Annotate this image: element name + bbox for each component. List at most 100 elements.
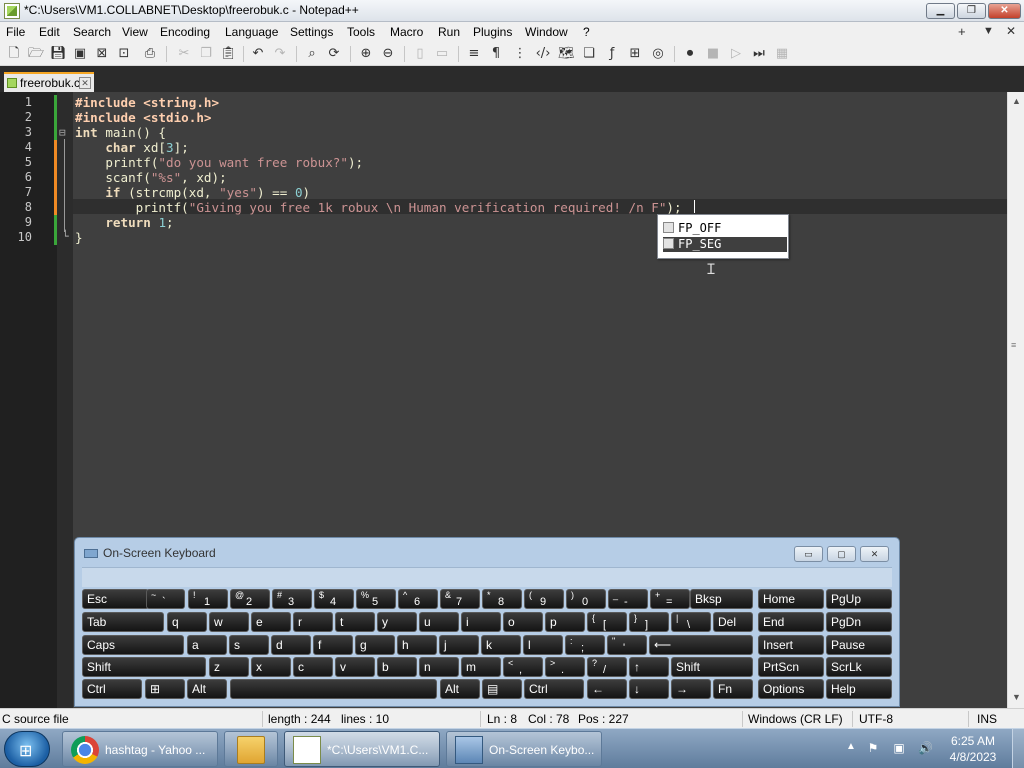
osk-key[interactable]: n bbox=[419, 657, 459, 677]
save-macro-icon[interactable]: ▦ bbox=[774, 46, 790, 62]
menu-help[interactable]: ? bbox=[583, 25, 590, 39]
osk-key[interactable]: (9 bbox=[524, 589, 564, 609]
osk-key[interactable]: Alt bbox=[187, 679, 227, 699]
save-icon[interactable]: 💾︎ bbox=[50, 46, 67, 62]
osk-close-button[interactable]: ✕ bbox=[860, 546, 889, 562]
osk-key[interactable]: Ctrl bbox=[82, 679, 142, 699]
xml-icon[interactable]: ‹/› bbox=[535, 46, 551, 62]
osk-key[interactable]: e bbox=[251, 612, 291, 632]
menu-edit[interactable]: Edit bbox=[39, 25, 60, 39]
osk-key[interactable]: Shift bbox=[82, 657, 206, 677]
notepadpp-app-icon[interactable] bbox=[4, 3, 20, 19]
menu-encoding[interactable]: Encoding bbox=[160, 25, 210, 39]
network-icon[interactable]: ▣ bbox=[892, 741, 906, 755]
menu-run[interactable]: Run bbox=[438, 25, 460, 39]
indent-guide-icon[interactable]: ⋮ bbox=[512, 46, 528, 62]
osk-key[interactable]: Caps bbox=[82, 635, 184, 655]
tray-expand-icon[interactable]: ▲ bbox=[846, 741, 856, 752]
close-icon[interactable]: ⊠ bbox=[94, 46, 110, 62]
close-doc-button[interactable]: ✕ bbox=[1006, 24, 1016, 38]
zoom-in-icon[interactable]: ⊕ bbox=[358, 46, 374, 62]
osk-key[interactable]: | \ bbox=[671, 612, 711, 632]
tab-close-icon[interactable]: ✕ bbox=[79, 77, 91, 89]
clock-time[interactable]: 6:25 AM bbox=[948, 734, 998, 748]
osk-key[interactable]: l bbox=[523, 635, 563, 655]
fold-toggle-icon[interactable]: ⊟ bbox=[59, 126, 66, 139]
replace-icon[interactable]: ⟳ bbox=[326, 46, 342, 62]
osk-key[interactable]: & 7 bbox=[440, 589, 480, 609]
osk-key[interactable]: y bbox=[377, 612, 417, 632]
status-insert-mode[interactable]: INS bbox=[977, 712, 997, 726]
osk-key[interactable]: ⟵ bbox=[649, 635, 753, 655]
minimize-button[interactable]: ▁ bbox=[926, 3, 955, 19]
osk-key[interactable]: c bbox=[293, 657, 333, 677]
menu-macro[interactable]: Macro bbox=[390, 25, 423, 39]
status-encoding[interactable]: UTF-8 bbox=[859, 712, 893, 726]
stop-macro-icon[interactable]: ■ bbox=[705, 46, 721, 62]
osk-key[interactable]: Tab bbox=[82, 612, 164, 632]
osk-key[interactable]: ← bbox=[587, 679, 627, 699]
open-icon[interactable]: 🗁 bbox=[28, 46, 44, 62]
osk-key[interactable]: w bbox=[209, 612, 249, 632]
osk-key[interactable]: + = bbox=[650, 589, 690, 609]
vertical-scrollbar[interactable]: ▲ ≡ ▼ bbox=[1007, 92, 1024, 708]
show-desktop-button[interactable] bbox=[1012, 729, 1024, 768]
play-macro-icon[interactable]: ▷ bbox=[728, 46, 744, 62]
osk-maximize-button[interactable]: ▢ bbox=[827, 546, 856, 562]
word-wrap-icon[interactable]: ≡ bbox=[466, 46, 482, 62]
maximize-button[interactable]: ❐ bbox=[957, 3, 986, 19]
osk-key[interactable]: PgDn bbox=[826, 612, 892, 632]
status-eol[interactable]: Windows (CR LF) bbox=[748, 712, 843, 726]
show-all-chars-icon[interactable]: ¶ bbox=[488, 46, 504, 62]
osk-key[interactable]: }] bbox=[629, 612, 669, 632]
osk-key[interactable]: Esc bbox=[82, 589, 149, 609]
osk-key[interactable]: Del bbox=[713, 612, 753, 632]
osk-key[interactable]: g bbox=[355, 635, 395, 655]
osk-key[interactable]: ^ 6 bbox=[398, 589, 438, 609]
record-macro-icon[interactable]: ⏺ bbox=[682, 46, 698, 62]
action-center-flag-icon[interactable]: ⚑ bbox=[866, 741, 880, 755]
osk-key[interactable]: Ctrl bbox=[524, 679, 584, 699]
menu-language[interactable]: Language bbox=[225, 25, 278, 39]
taskbar-notepadpp[interactable]: *C:\Users\VM1.C... bbox=[284, 731, 440, 767]
osk-key[interactable]: #3 bbox=[272, 589, 312, 609]
scroll-thumb[interactable]: ≡ bbox=[1011, 340, 1021, 350]
menu-window[interactable]: Window bbox=[525, 25, 568, 39]
osk-key[interactable]: Help bbox=[826, 679, 892, 699]
osk-key[interactable]: v bbox=[335, 657, 375, 677]
osk-key[interactable]: Home bbox=[758, 589, 824, 609]
osk-key[interactable]: ⊞ bbox=[145, 679, 185, 699]
osk-key[interactable]: ~ ` bbox=[146, 589, 185, 609]
taskbar-explorer[interactable] bbox=[224, 731, 278, 767]
redo-icon[interactable]: ↷ bbox=[272, 46, 288, 62]
close-all-icon[interactable]: ⊡ bbox=[116, 46, 132, 62]
start-button[interactable]: ⊞ bbox=[4, 731, 50, 767]
osk-key[interactable]: Alt bbox=[440, 679, 480, 699]
osk-key[interactable]: t bbox=[335, 612, 375, 632]
osk-key[interactable]: Options bbox=[758, 679, 824, 699]
tab-freerobuk[interactable]: freerobuk.c ✕ bbox=[4, 72, 94, 92]
autocomplete-item-selected[interactable]: FP_SEG bbox=[663, 237, 787, 252]
osk-key[interactable]: <, bbox=[503, 657, 543, 677]
find-icon[interactable]: ⌕ bbox=[304, 46, 320, 62]
osk-key[interactable]: p bbox=[545, 612, 585, 632]
osk-key[interactable]: a bbox=[187, 635, 227, 655]
osk-key[interactable]: ▤ bbox=[482, 679, 522, 699]
osk-key[interactable]: h bbox=[397, 635, 437, 655]
osk-key[interactable]: Shift bbox=[671, 657, 753, 677]
osk-key[interactable] bbox=[230, 679, 437, 699]
scroll-up-icon[interactable]: ▲ bbox=[1012, 96, 1021, 106]
tab-list-dropdown[interactable]: ▼ bbox=[983, 25, 994, 37]
osk-key[interactable]: d bbox=[271, 635, 311, 655]
osk-key[interactable]: ! 1 bbox=[188, 589, 228, 609]
sync-h-icon[interactable]: ▭ bbox=[434, 46, 450, 62]
monitoring-icon[interactable]: ◎ bbox=[650, 46, 666, 62]
menu-search[interactable]: Search bbox=[73, 25, 111, 39]
function-list-icon[interactable]: ƒ bbox=[604, 46, 620, 62]
folder-workspace-icon[interactable]: ⊞ bbox=[627, 46, 643, 62]
osk-key[interactable]: s bbox=[229, 635, 269, 655]
taskbar-chrome[interactable]: hashtag - Yahoo ... bbox=[62, 731, 218, 767]
osk-key[interactable]: PgUp bbox=[826, 589, 892, 609]
osk-key[interactable]: Pause bbox=[826, 635, 892, 655]
save-all-icon[interactable]: ▣ bbox=[72, 46, 88, 62]
